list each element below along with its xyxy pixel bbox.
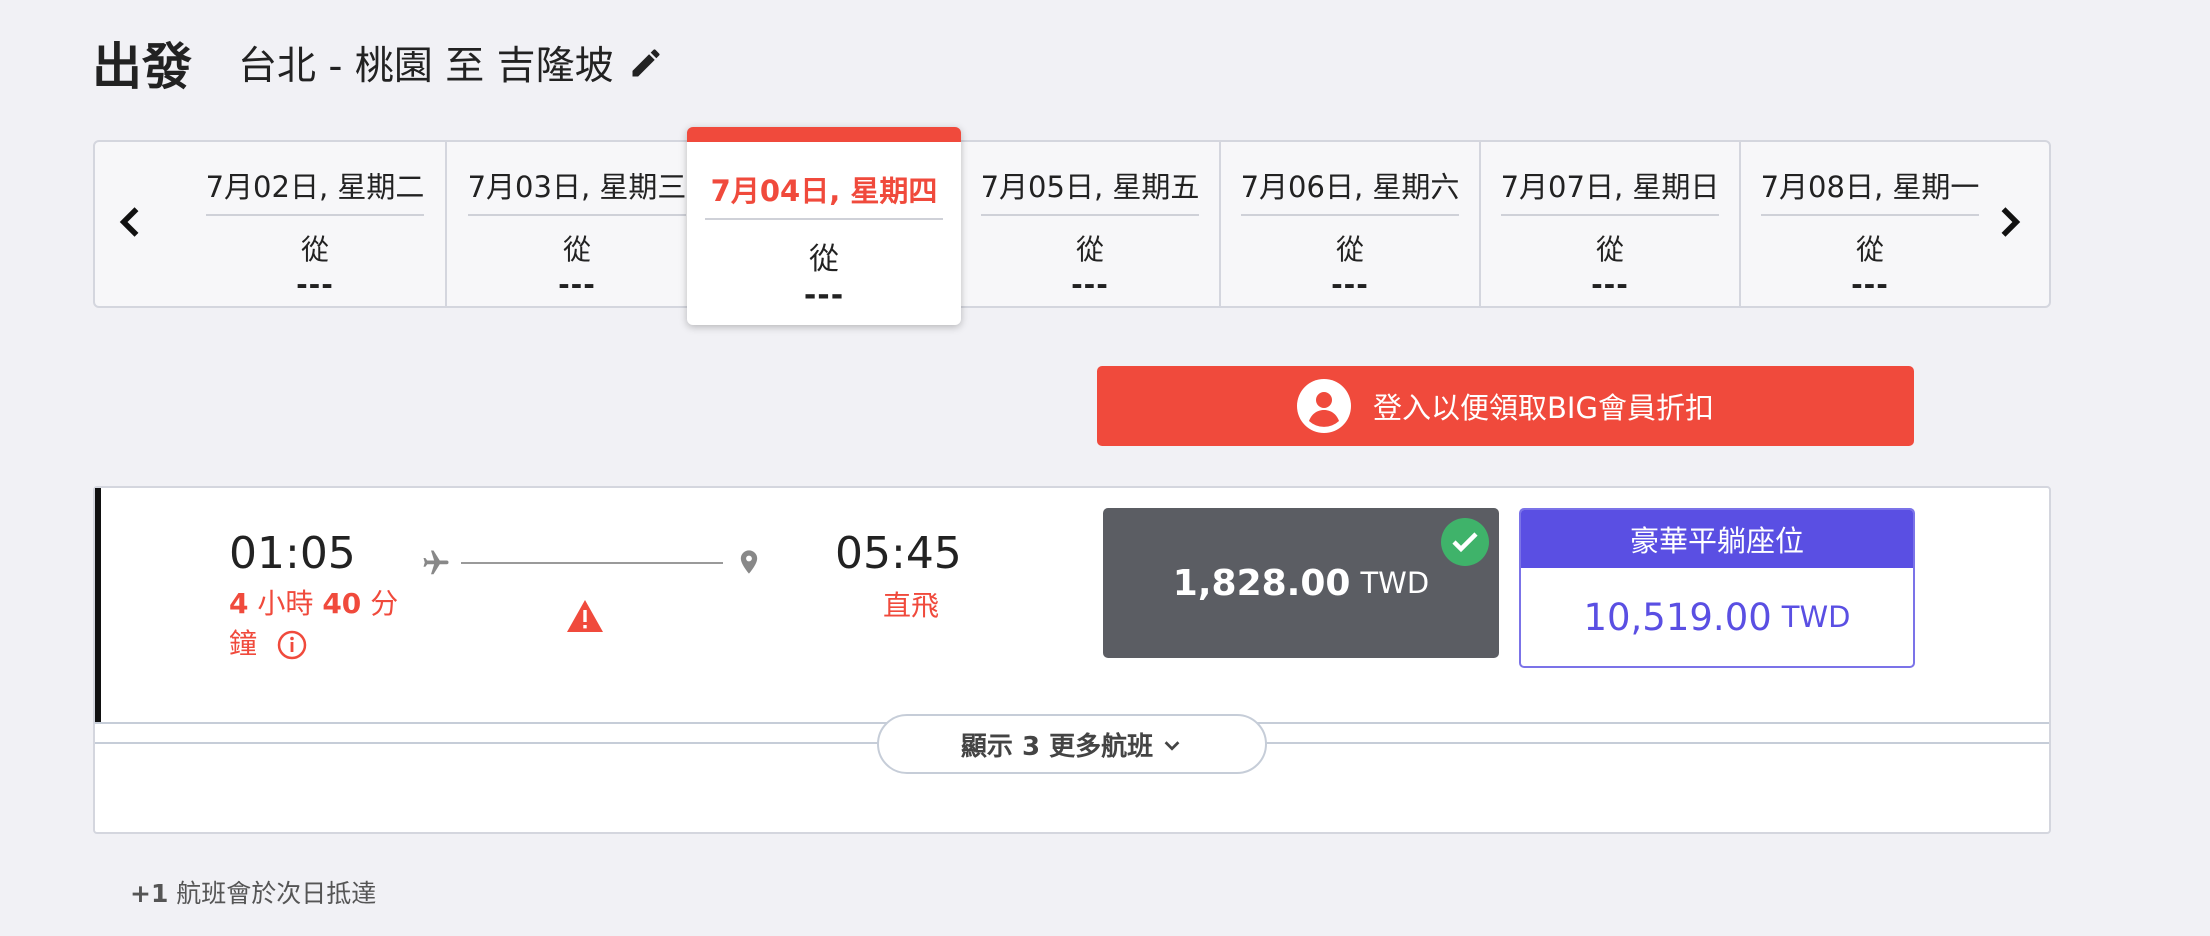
date-price: --- bbox=[1591, 268, 1629, 301]
date-tab[interactable]: 7月03日, 星期三 從 --- bbox=[447, 142, 709, 306]
arrival-time: 05:45 bbox=[835, 528, 962, 579]
date-tab[interactable]: 7月08日, 星期一 從 --- bbox=[1741, 142, 1999, 306]
from-label: 從 bbox=[1075, 233, 1104, 266]
pencil-icon[interactable] bbox=[628, 45, 664, 81]
divider bbox=[468, 214, 686, 216]
divider bbox=[206, 214, 424, 216]
date-price: --- bbox=[1331, 268, 1369, 301]
divider bbox=[705, 218, 943, 220]
departure-time: 01:05 bbox=[229, 528, 356, 579]
chevron-left-icon[interactable] bbox=[109, 200, 153, 244]
fare-basic-option[interactable]: 1,828.00 TWD bbox=[1103, 508, 1499, 658]
date-label: 7月02日, 星期二 bbox=[205, 170, 425, 204]
date-label: 7月07日, 星期日 bbox=[1500, 170, 1720, 204]
divider bbox=[1501, 214, 1719, 216]
date-label: 7月06日, 星期六 bbox=[1240, 170, 1460, 204]
divider bbox=[1241, 214, 1459, 216]
date-label: 7月03日, 星期三 bbox=[467, 170, 687, 204]
next-day-footnote: +1 航班會於次日抵達 bbox=[130, 874, 376, 910]
duration-hours: 4 bbox=[229, 587, 249, 620]
date-label: 7月05日, 星期五 bbox=[980, 170, 1200, 204]
duration-minutes: 40 bbox=[322, 587, 362, 620]
flight-path-line bbox=[461, 562, 723, 564]
duration-hours-unit: 小時 bbox=[257, 587, 314, 620]
date-carousel: 7月02日, 星期二 從 --- 7月03日, 星期三 從 --- 7月04日,… bbox=[93, 127, 2051, 325]
fare-basic-amount: 1,828.00 bbox=[1172, 562, 1351, 604]
fare-flatbed-amount: 10,519.00 bbox=[1583, 595, 1772, 639]
from-label: 從 bbox=[562, 233, 591, 266]
info-icon[interactable] bbox=[276, 629, 308, 661]
from-label: 從 bbox=[1335, 233, 1364, 266]
from-label: 從 bbox=[300, 233, 329, 266]
date-label: 7月08日, 星期一 bbox=[1760, 170, 1980, 204]
page-header: 出發 台北 - 桃園 至 吉隆坡 bbox=[92, 30, 664, 96]
login-for-discount-button[interactable]: 登入以便領取BIG會員折扣 bbox=[1097, 366, 1914, 446]
date-tab[interactable]: 7月06日, 星期六 從 --- bbox=[1221, 142, 1481, 306]
date-price: --- bbox=[558, 268, 596, 301]
fare-flatbed-currency: TWD bbox=[1781, 600, 1851, 634]
date-price: --- bbox=[1071, 268, 1109, 301]
date-label: 7月04日, 星期四 bbox=[710, 174, 938, 208]
date-price: --- bbox=[803, 278, 845, 313]
flight-duration: 4 小時 40 分鐘 bbox=[229, 584, 409, 664]
divider bbox=[1761, 214, 1979, 216]
date-price: --- bbox=[296, 268, 334, 301]
direction-title: 出發 bbox=[92, 38, 192, 96]
show-more-flights-button[interactable]: 顯示 3 更多航班 bbox=[877, 714, 1267, 774]
stops-label: 直飛 bbox=[882, 589, 939, 622]
next-day-text: 航班會於次日抵達 bbox=[176, 879, 377, 908]
from-label: 從 bbox=[1855, 233, 1884, 266]
selected-indicator bbox=[95, 488, 101, 722]
check-icon bbox=[1441, 518, 1489, 566]
location-pin-icon bbox=[735, 546, 763, 578]
fare-flatbed-option[interactable]: 豪華平躺座位 10,519.00 TWD bbox=[1519, 508, 1915, 668]
chevron-down-icon bbox=[1161, 733, 1183, 755]
route-title: 台北 - 桃園 至 吉隆坡 bbox=[238, 44, 614, 89]
date-price: --- bbox=[1851, 268, 1889, 301]
warning-icon[interactable] bbox=[565, 598, 605, 634]
date-tab[interactable]: 7月07日, 星期日 從 --- bbox=[1481, 142, 1741, 306]
date-tab[interactable]: 7月02日, 星期二 從 --- bbox=[185, 142, 447, 306]
from-label: 從 bbox=[1595, 233, 1624, 266]
flight-card: 01:05 4 小時 40 分鐘 05:45 直飛 1,828.00 TWD 豪… bbox=[93, 486, 2051, 834]
chevron-right-icon[interactable] bbox=[1987, 200, 2031, 244]
show-more-label: 顯示 3 更多航班 bbox=[960, 731, 1154, 762]
fare-flatbed-price: 10,519.00 TWD bbox=[1521, 568, 1913, 666]
duration-minutes-unit: 分鐘 bbox=[229, 587, 399, 660]
divider bbox=[981, 214, 1199, 216]
from-label: 從 bbox=[809, 242, 839, 277]
login-button-label: 登入以便領取BIG會員折扣 bbox=[1373, 391, 1714, 425]
date-tab-selected[interactable]: 7月04日, 星期四 從 --- bbox=[687, 127, 961, 325]
fare-basic-currency: TWD bbox=[1360, 566, 1430, 600]
user-avatar-icon bbox=[1297, 379, 1352, 433]
plane-icon bbox=[421, 548, 451, 578]
fare-flatbed-title: 豪華平躺座位 bbox=[1521, 510, 1913, 568]
date-tab[interactable]: 7月05日, 星期五 從 --- bbox=[961, 142, 1221, 306]
next-day-marker: +1 bbox=[130, 879, 169, 908]
